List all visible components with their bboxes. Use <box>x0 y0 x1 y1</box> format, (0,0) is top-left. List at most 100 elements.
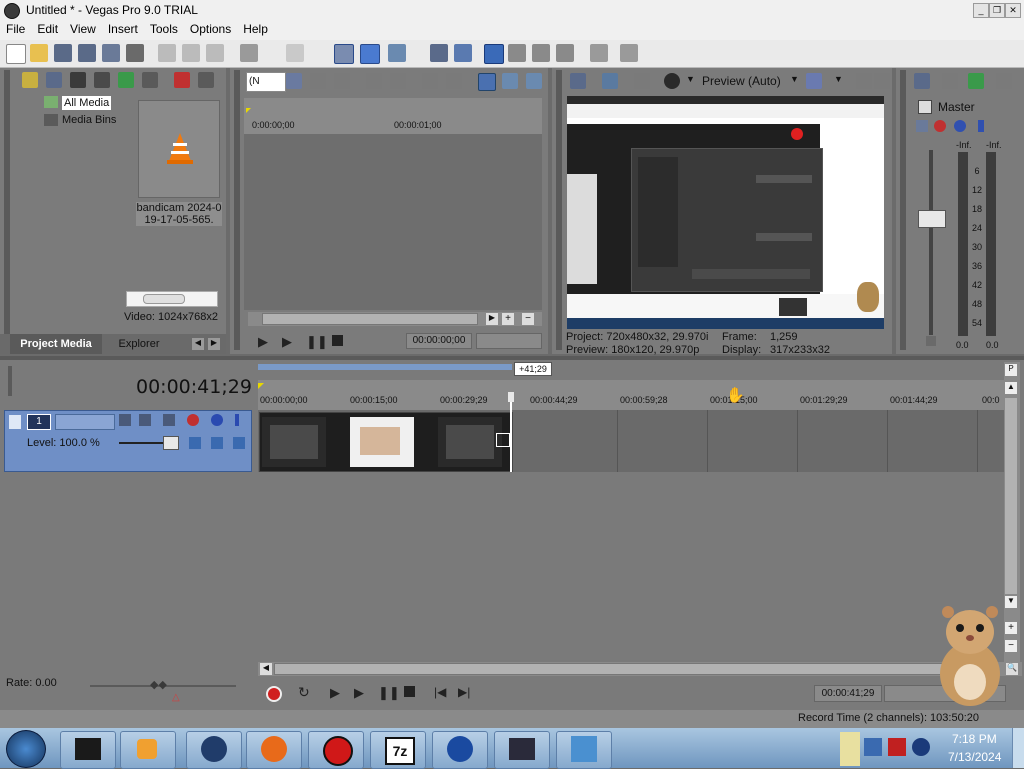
tray-network-icon[interactable] <box>864 738 882 756</box>
taskbar-app-movie-maker[interactable] <box>556 731 612 769</box>
trimmer-audio-icon[interactable] <box>422 73 438 89</box>
master-lock-icon[interactable] <box>926 336 936 346</box>
menu-options[interactable]: Options <box>184 20 237 38</box>
video-fx-icon[interactable] <box>634 73 650 89</box>
track-name-field[interactable] <box>55 414 115 430</box>
scroll-left-icon[interactable]: ◀ <box>260 663 272 675</box>
panel-grip[interactable] <box>556 70 562 350</box>
properties-icon[interactable] <box>126 44 144 62</box>
trimmer-clear-icon[interactable] <box>334 73 350 89</box>
quality-dropdown-icon[interactable]: ▼ <box>790 74 799 84</box>
master-properties-icon[interactable] <box>914 73 930 89</box>
wizard-icon[interactable] <box>590 44 608 62</box>
trimmer-zoom-out[interactable]: − <box>522 313 534 325</box>
play-from-start-icon[interactable]: ▶ <box>330 685 340 701</box>
scroll-up-icon[interactable]: ▲ <box>1005 382 1017 394</box>
media-list-hscrollbar[interactable] <box>126 291 218 307</box>
taskbar-app-camera[interactable] <box>432 731 488 769</box>
record-button[interactable] <box>266 686 282 702</box>
video-track-header[interactable]: 1 Level: 100.0 % <box>4 410 252 472</box>
master-solo-icon[interactable] <box>978 120 984 132</box>
trimmer-ruler[interactable]: 0:00:00;00 00:00:01;00 <box>244 98 542 134</box>
extract-audio-icon[interactable] <box>94 72 110 88</box>
taskbar-app-firefox[interactable] <box>186 731 242 769</box>
master-fader-thumb[interactable] <box>918 210 946 228</box>
get-media-icon[interactable] <box>70 72 86 88</box>
taskbar-app-record[interactable] <box>308 731 364 769</box>
normal-edit-tool-icon[interactable] <box>484 44 504 64</box>
trimmer-screen-icon[interactable] <box>502 73 518 89</box>
save-snapshot-icon[interactable] <box>874 73 890 89</box>
ignore-grouping-icon[interactable] <box>454 44 472 62</box>
trimmer-hscroll[interactable]: ▶ + − <box>248 312 542 326</box>
taskbar-app-vegas[interactable] <box>120 731 176 769</box>
track-header-empty[interactable] <box>4 472 250 662</box>
media-thumbnail[interactable] <box>138 100 220 198</box>
paste-icon[interactable] <box>206 44 224 62</box>
taskbar-app-media-player[interactable] <box>60 731 116 769</box>
mixer-options-icon[interactable] <box>996 73 1012 89</box>
render-icon[interactable] <box>102 44 120 62</box>
ripple-edit-icon[interactable] <box>388 44 406 62</box>
trimmer-audio-view-icon[interactable] <box>526 73 542 89</box>
downmix-icon[interactable] <box>942 73 958 89</box>
trimmer-stop-icon[interactable] <box>332 335 343 346</box>
trimmer-zoom-select[interactable]: (N <box>246 72 286 92</box>
media-fx-icon[interactable] <box>118 72 134 88</box>
level-slider-thumb[interactable] <box>163 436 179 450</box>
make-compositing-parent-icon[interactable] <box>233 437 245 449</box>
save-as-icon[interactable] <box>78 44 96 62</box>
track-solo-icon[interactable] <box>235 414 239 426</box>
rate-slider-thumb[interactable]: ◆◆ <box>150 678 174 692</box>
track-collapse-icon[interactable] <box>9 415 21 429</box>
trimmer-zoom-in[interactable]: + <box>502 313 514 325</box>
tree-item-media-bins[interactable]: Media Bins <box>62 114 116 126</box>
envelope-tool-icon[interactable] <box>508 44 526 62</box>
trimmer-area[interactable] <box>244 134 542 310</box>
tab-left-arrow[interactable]: ◀ <box>192 338 204 350</box>
master-fx-bypass-icon[interactable] <box>934 120 946 132</box>
trimmer-add-icon[interactable] <box>390 73 406 89</box>
external-monitor-icon[interactable] <box>602 73 618 89</box>
save-icon[interactable] <box>54 44 72 62</box>
go-to-start-icon[interactable]: |◀ <box>434 685 446 699</box>
trimmer-text-icon[interactable] <box>286 73 302 89</box>
play-icon[interactable]: ▶ <box>354 685 364 701</box>
master-mute-icon[interactable] <box>954 120 966 132</box>
menu-view[interactable]: View <box>64 20 102 38</box>
dim-output-icon[interactable] <box>968 73 984 89</box>
panel-grip[interactable] <box>234 70 240 350</box>
track-composite-child-icon[interactable] <box>189 437 201 449</box>
track-motion-icon[interactable] <box>119 414 131 426</box>
menu-help[interactable]: Help <box>237 20 274 38</box>
cut-icon[interactable] <box>158 44 176 62</box>
capture-icon[interactable] <box>46 72 62 88</box>
trimmer-play-icon[interactable]: ▶ <box>282 334 292 350</box>
copy-icon[interactable] <box>182 44 200 62</box>
playhead-handle[interactable] <box>508 392 514 402</box>
menu-tools[interactable]: Tools <box>144 20 184 38</box>
trimmer-save-icon[interactable] <box>366 73 382 89</box>
timeline-divider[interactable] <box>0 356 1024 360</box>
tree-item-all-media[interactable]: All Media <box>62 96 112 110</box>
compositing-mode-icon[interactable] <box>139 414 151 426</box>
trimmer-view-icon[interactable] <box>478 73 496 91</box>
panel-grip[interactable] <box>4 70 10 350</box>
snap-icon[interactable] <box>334 44 354 64</box>
show-hidden-icons[interactable] <box>840 732 860 766</box>
close-button[interactable]: ✕ <box>1005 3 1021 18</box>
timeline-grip[interactable] <box>8 366 12 396</box>
zoom-tool-icon[interactable] <box>556 44 574 62</box>
scroll-thumb[interactable] <box>1005 398 1017 594</box>
help-pointer-icon[interactable] <box>620 44 638 62</box>
show-desktop-button[interactable] <box>1012 728 1024 768</box>
make-compositing-child-icon[interactable] <box>211 437 223 449</box>
video-clip[interactable] <box>259 412 513 472</box>
tray-bandicam-icon[interactable] <box>888 738 906 756</box>
split-screen-icon[interactable] <box>664 73 680 89</box>
redo-icon[interactable] <box>286 44 304 62</box>
undo-icon[interactable] <box>240 44 258 62</box>
track-mute-icon[interactable] <box>211 414 223 426</box>
new-file-icon[interactable] <box>6 44 26 64</box>
taskbar-app-7zip[interactable]: 7z <box>370 731 426 769</box>
